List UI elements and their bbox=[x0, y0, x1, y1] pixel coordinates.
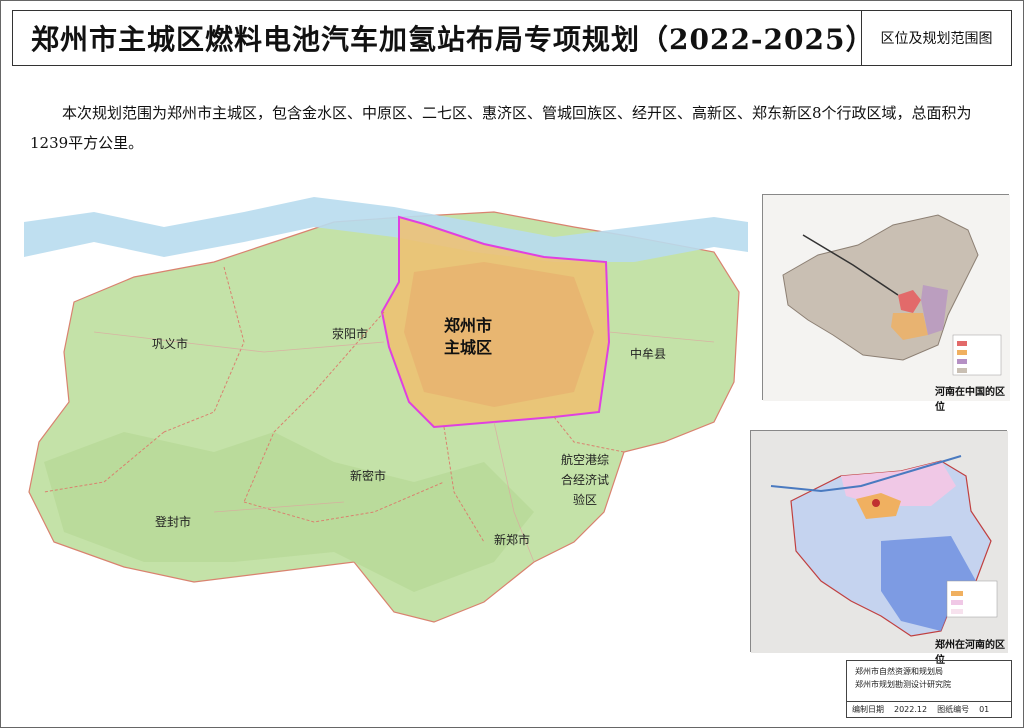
label-gongyi: 巩义市 bbox=[152, 337, 189, 351]
label-xingyang: 荥阳市 bbox=[332, 327, 369, 341]
title-block: 郑州市自然资源和规划局 郑州市规划勘测设计研究院 编制日期 2022.12 图纸… bbox=[846, 660, 1012, 718]
china-caption: 河南在中国的区位 bbox=[935, 387, 1005, 413]
date-value: 2022.12 bbox=[894, 705, 928, 714]
date-label: 编制日期 bbox=[852, 705, 884, 714]
core-area-label: 郑州市 主城区 bbox=[444, 316, 493, 357]
org-line-1: 郑州市自然资源和规划局 bbox=[855, 667, 943, 676]
henan-map-svg bbox=[751, 431, 1008, 653]
main-map-svg bbox=[24, 197, 748, 623]
main-map[interactable]: 郑州市 主城区 巩义市 荥阳市 中牟县 新密市 登封市 新郑市 航空港综 合经济… bbox=[14, 182, 748, 660]
label-xinmi: 新密市 bbox=[350, 469, 387, 483]
label-dengfeng: 登封市 bbox=[155, 515, 192, 529]
drawing-no-value: 01 bbox=[979, 705, 990, 714]
section-title: 区位及规划范围图 bbox=[861, 11, 1011, 65]
label-airport-zone: 航空港综 合经济试 验区 bbox=[561, 453, 610, 507]
meta-row: 编制日期 2022.12 图纸编号 01 bbox=[847, 701, 1011, 717]
page-title: 郑州市主城区燃料电池汽车加氢站布局专项规划（2022-2025） bbox=[31, 23, 875, 56]
zhengzhou-marker bbox=[872, 499, 880, 507]
label-zhongmou: 中牟县 bbox=[630, 347, 667, 361]
org-line-2: 郑州市规划勘测设计研究院 bbox=[855, 680, 951, 689]
china-map-svg bbox=[763, 195, 1010, 401]
urban-texture bbox=[404, 262, 594, 407]
drawing-no-label: 图纸编号 bbox=[937, 705, 970, 714]
inset-china-map[interactable]: 河南在中国的区位 bbox=[762, 194, 1010, 413]
label-xinzheng: 新郑市 bbox=[494, 533, 531, 547]
inset-henan-map[interactable]: 郑州在河南的区位 bbox=[750, 430, 1008, 666]
plan-description: 本次规划范围为郑州市主城区，包含金水区、中原区、二七区、惠济区、管城回族区、经开… bbox=[30, 104, 972, 152]
title-bar: 郑州市主城区燃料电池汽车加氢站布局专项规划（2022-2025） 区位及规划范围… bbox=[12, 10, 1012, 66]
